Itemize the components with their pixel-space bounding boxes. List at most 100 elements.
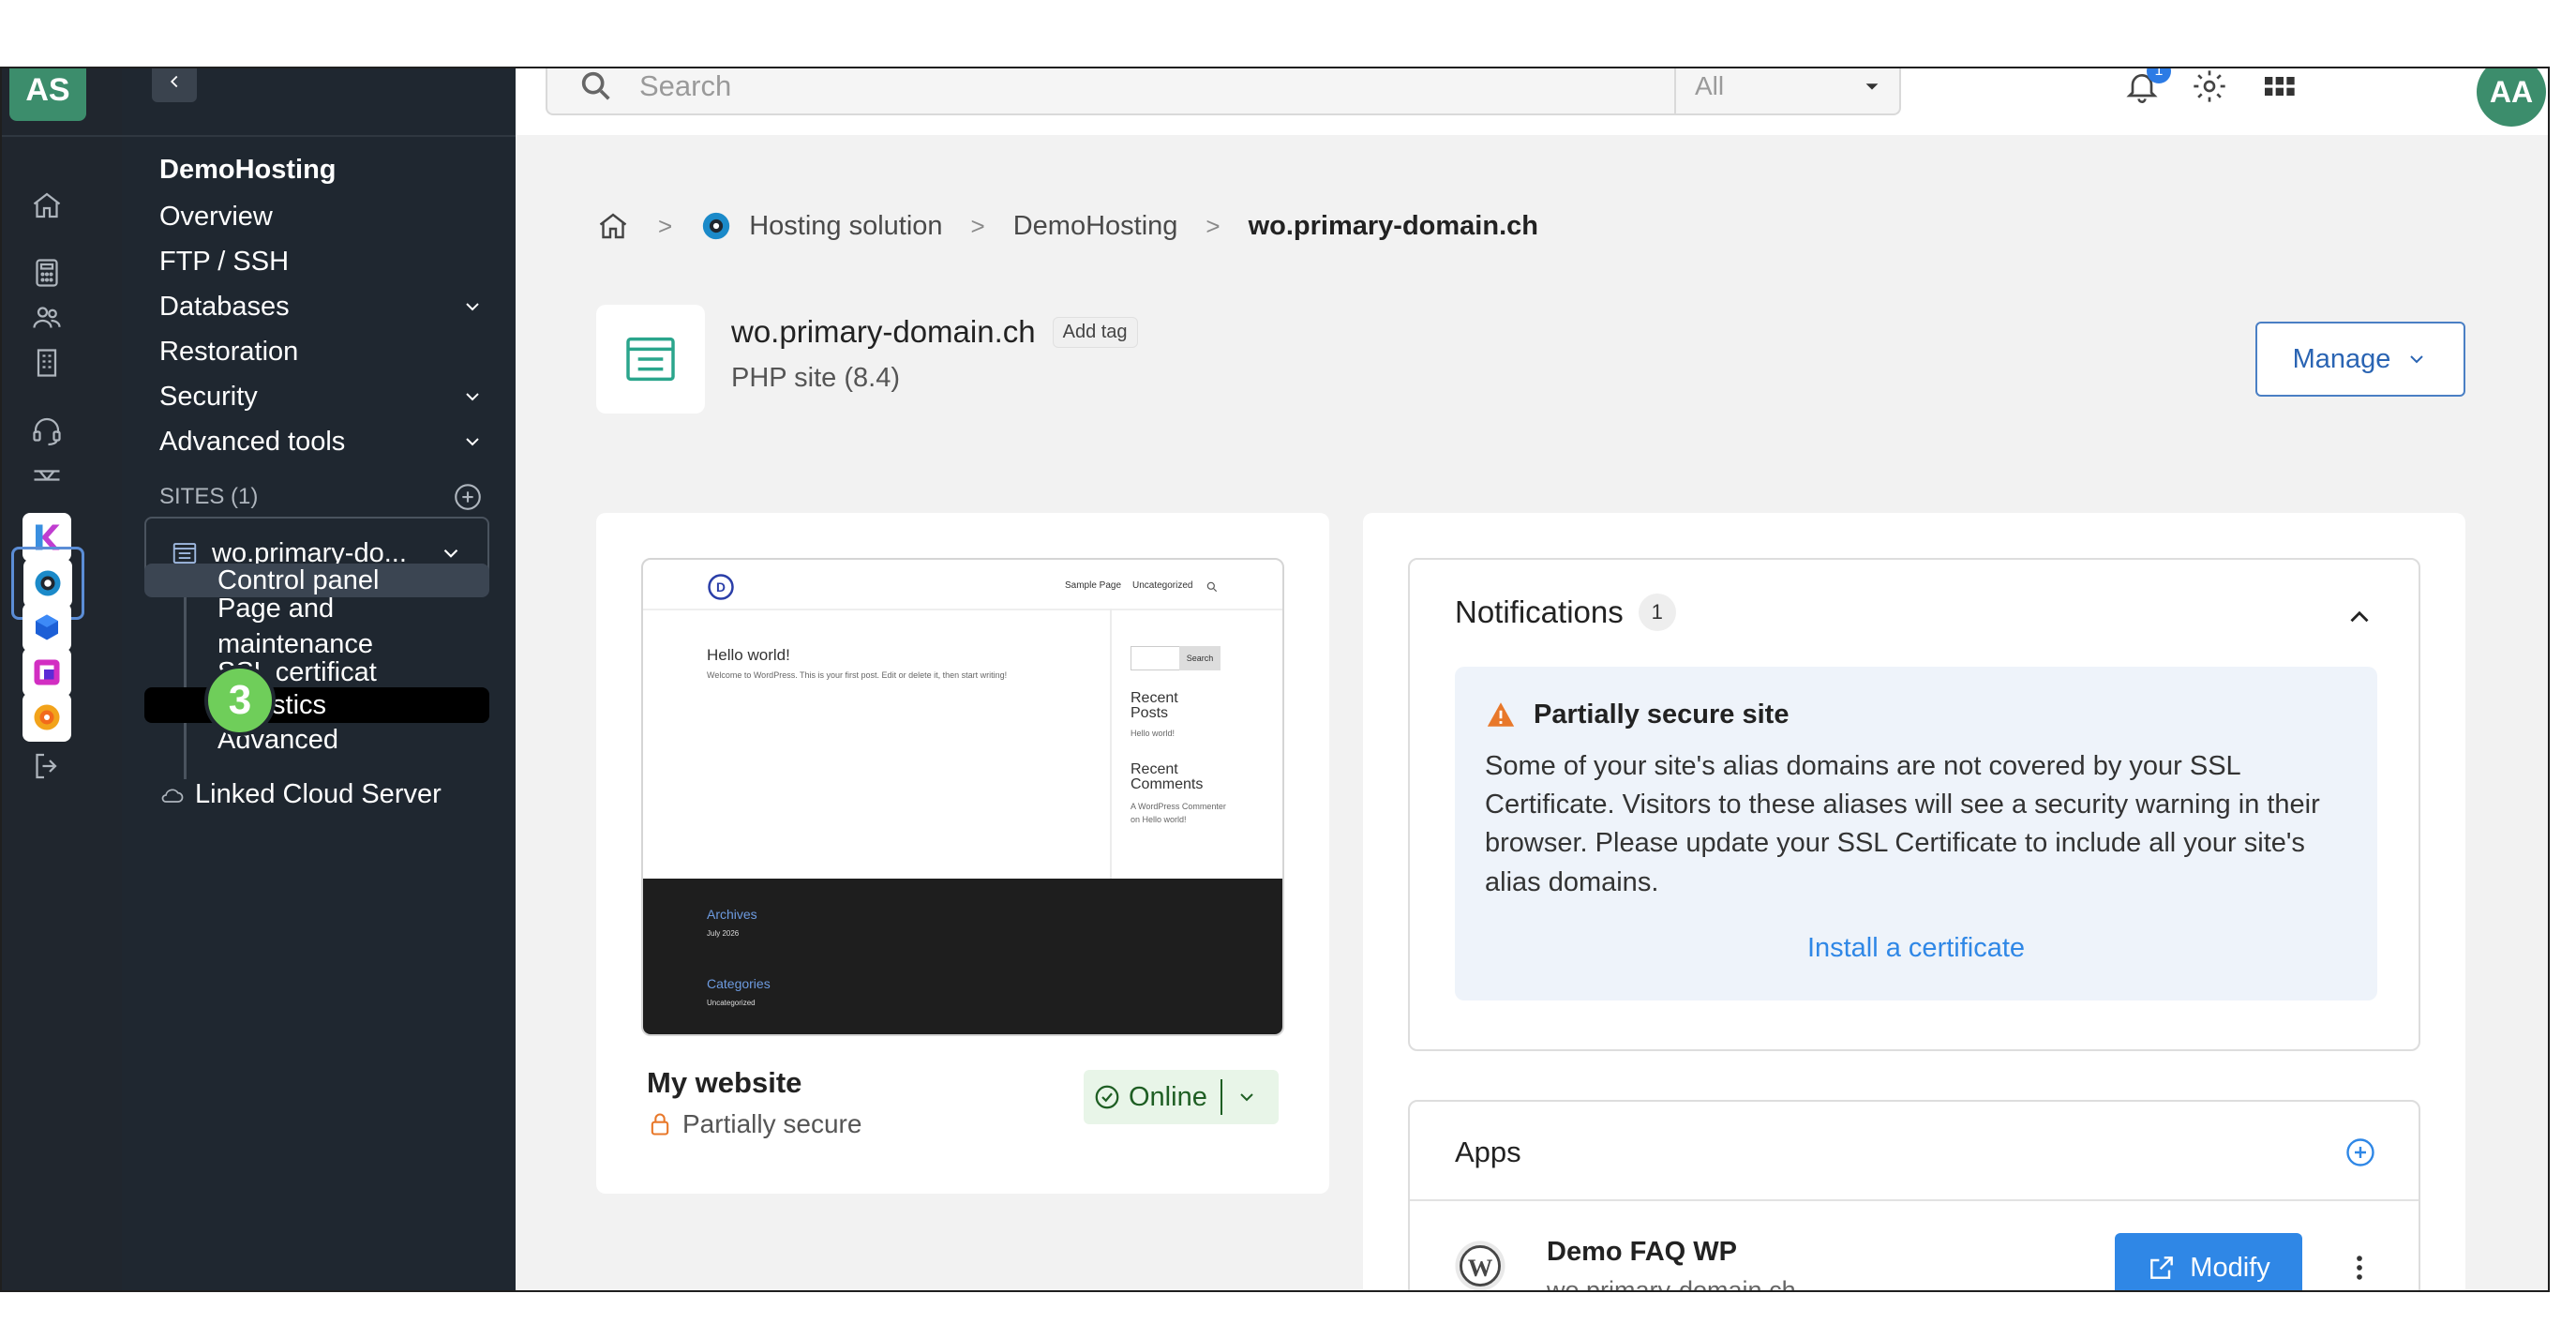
user-avatar[interactable]: AA bbox=[2477, 68, 2546, 127]
linked-cloud-label: Linked Cloud Server bbox=[195, 779, 442, 809]
alert-body: Some of your site's alias domains are no… bbox=[1485, 751, 2320, 897]
home-icon[interactable] bbox=[596, 209, 630, 243]
logout-icon[interactable] bbox=[26, 745, 67, 787]
subnav-advanced[interactable]: Advanced bbox=[144, 725, 489, 755]
lock-warning-icon bbox=[651, 1113, 669, 1136]
settings-button[interactable] bbox=[2186, 68, 2233, 110]
collapse-nav-button[interactable] bbox=[152, 68, 197, 102]
nav-item-label: Databases bbox=[159, 291, 290, 322]
security-status-label: Partially secure bbox=[682, 1109, 862, 1138]
notifications-bell[interactable]: 1 bbox=[2119, 68, 2171, 110]
app-domain: wo.primary-domain.ch bbox=[1547, 1276, 1796, 1292]
preview-widget-title: Recent Posts bbox=[1131, 690, 1178, 721]
more-vertical-icon[interactable] bbox=[2344, 1252, 2375, 1284]
alert-title: Partially secure site bbox=[1534, 699, 1790, 730]
kdrive-app-icon[interactable] bbox=[22, 603, 71, 652]
nav-item-label: Advanced tools bbox=[159, 426, 346, 457]
subnav-label: Page and maintenance bbox=[217, 594, 374, 659]
preview-footer-title: Categories bbox=[707, 976, 771, 991]
rail-divider bbox=[2, 135, 122, 137]
nav-item-advanced-tools[interactable]: Advanced tools bbox=[159, 414, 484, 470]
preview-nav-link: Uncategorized bbox=[1132, 580, 1193, 591]
headset-icon[interactable] bbox=[26, 410, 67, 451]
breadcrumb-current: wo.primary-domain.ch bbox=[1248, 210, 1538, 241]
nav-item-label: FTP / SSH bbox=[159, 246, 290, 277]
preview-post-title: Hello world! bbox=[707, 646, 790, 664]
status-divider bbox=[1220, 1079, 1222, 1115]
preview-widget-title: Recent Comments bbox=[1131, 761, 1204, 792]
chevron-down-icon bbox=[466, 393, 479, 401]
linked-cloud-server[interactable]: Linked Cloud Server bbox=[159, 779, 442, 810]
apps-divider bbox=[1410, 1199, 2419, 1201]
notifications-count: 1 bbox=[1638, 594, 1676, 631]
kpaint-app-icon[interactable] bbox=[22, 693, 71, 742]
nav-divider bbox=[122, 135, 516, 137]
manage-label: Manage bbox=[2292, 343, 2391, 374]
chevron-left-icon bbox=[170, 75, 178, 88]
apps-grid-button[interactable] bbox=[2255, 68, 2302, 110]
breadcrumb-separator: > bbox=[970, 211, 985, 240]
chevron-down-icon[interactable] bbox=[1236, 1086, 1258, 1108]
manage-button[interactable]: Manage bbox=[2255, 322, 2465, 397]
website-preview[interactable]: D Sample Page Uncategorized Hello world!… bbox=[641, 558, 1284, 1036]
search-icon bbox=[1206, 581, 1218, 593]
preview-footer-title: Archives bbox=[707, 907, 757, 922]
svg-text:D: D bbox=[716, 580, 726, 594]
online-status-label: Online bbox=[1129, 1081, 1207, 1112]
preview-footer-item: Uncategorized bbox=[707, 999, 756, 1007]
alert-header: Partially secure site bbox=[1485, 699, 1789, 730]
wordpress-site-logo-icon: D bbox=[708, 574, 734, 600]
network-icon[interactable] bbox=[26, 455, 67, 496]
breadcrumb-separator: > bbox=[658, 211, 673, 240]
site-title: wo.primary-domain.ch Add tag bbox=[731, 314, 1138, 350]
add-tag-button[interactable]: Add tag bbox=[1052, 316, 1138, 348]
icon-rail: AS bbox=[2, 68, 122, 1290]
preview-divider bbox=[643, 609, 1282, 610]
subnav-ssl-certificates[interactable]: SSL certificat bbox=[144, 657, 489, 687]
online-status-button[interactable]: Online bbox=[1084, 1070, 1279, 1124]
kmeet-app-icon[interactable] bbox=[22, 648, 71, 697]
website-label: My website bbox=[647, 1066, 802, 1099]
chevron-up-icon[interactable] bbox=[2344, 601, 2375, 633]
modify-label: Modify bbox=[2190, 1252, 2270, 1283]
add-circle-icon[interactable] bbox=[2344, 1136, 2377, 1169]
site-info-card: Notifications 1 Partially secure site So… bbox=[1363, 513, 2465, 1292]
subnav-page-maintenance[interactable]: Page and maintenance bbox=[144, 594, 489, 659]
home-icon[interactable] bbox=[26, 185, 67, 226]
step-badge: 3 bbox=[204, 665, 276, 736]
preview-widget-item: Hello world! bbox=[1131, 729, 1176, 738]
notifications-title: Notifications bbox=[1455, 594, 1624, 629]
apps-panel: Apps W Demo FAQ WP wo.primary-domain.ch … bbox=[1408, 1100, 2420, 1292]
chevron-down-icon bbox=[466, 303, 479, 311]
search-input[interactable]: Search bbox=[639, 69, 1674, 103]
building-icon[interactable] bbox=[26, 342, 67, 384]
security-status: Partially secure bbox=[647, 1109, 861, 1139]
external-link-icon bbox=[2150, 1256, 2174, 1279]
gear-icon bbox=[2194, 70, 2225, 102]
preview-post-text: Welcome to WordPress. This is your first… bbox=[707, 670, 1008, 680]
sites-header: SITES (1) bbox=[159, 481, 484, 513]
chevron-down-icon bbox=[2410, 355, 2424, 364]
warning-triangle-icon bbox=[1487, 702, 1515, 727]
app-name: Demo FAQ WP bbox=[1547, 1237, 1738, 1267]
add-circle-icon[interactable] bbox=[452, 481, 484, 513]
cloud-icon bbox=[161, 789, 184, 803]
check-circle-icon bbox=[1095, 1085, 1119, 1109]
calculator-icon[interactable] bbox=[26, 252, 67, 293]
account-avatar[interactable]: AS bbox=[9, 68, 86, 121]
site-list-icon bbox=[626, 337, 675, 382]
preview-search-button: Search bbox=[1179, 646, 1221, 670]
breadcrumb-link[interactable]: Hosting solution bbox=[749, 211, 942, 242]
site-name: wo.primary-domain.ch bbox=[731, 314, 1036, 349]
search-scope-select[interactable]: All bbox=[1674, 68, 1899, 113]
nav-item-label: Security bbox=[159, 381, 258, 412]
install-certificate-link[interactable]: Install a certificate bbox=[1455, 933, 2377, 964]
search-bar[interactable]: Search All bbox=[546, 68, 1901, 115]
breadcrumb-link[interactable]: DemoHosting bbox=[1013, 211, 1178, 242]
modify-button[interactable]: Modify bbox=[2115, 1233, 2302, 1290]
notifications-panel: Notifications 1 Partially secure site So… bbox=[1408, 558, 2420, 1051]
subnav-statistics[interactable]: Statistics bbox=[144, 687, 489, 723]
users-icon[interactable] bbox=[26, 297, 67, 339]
chevron-down-icon bbox=[443, 549, 458, 558]
svg-text:W: W bbox=[1468, 1254, 1493, 1282]
